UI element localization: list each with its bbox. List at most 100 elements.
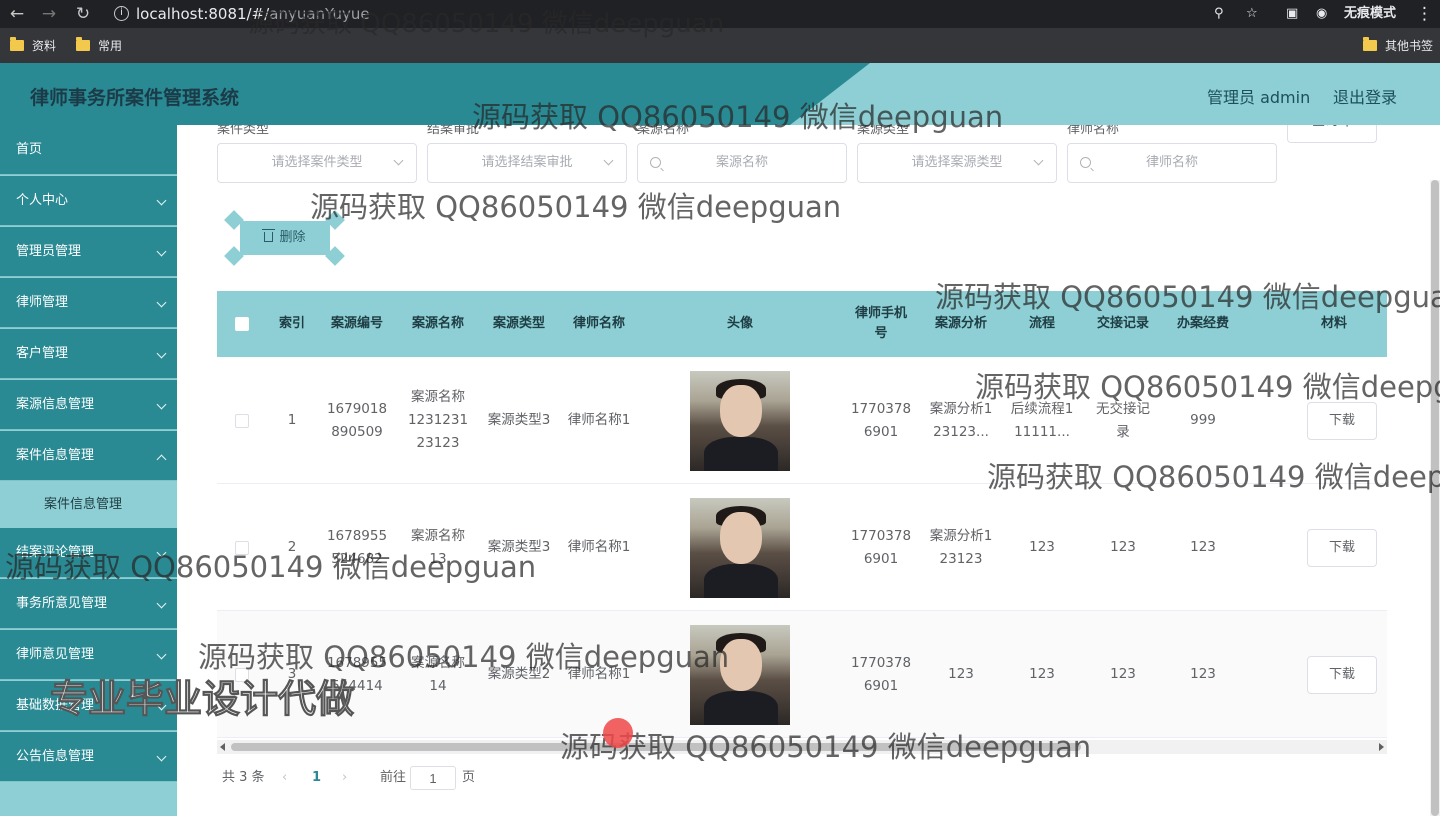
sidebar-item-admins[interactable]: 管理员管理 bbox=[0, 227, 177, 277]
cell-handover: 123 bbox=[1110, 666, 1136, 682]
column-header[interactable]: 交接记录 bbox=[1083, 291, 1163, 357]
main-content: 案件类型 请选择案件类型 结案审批 请选择结案审批 案源名称 案源名称 案源类型… bbox=[177, 125, 1440, 816]
delete-button-wrap: 删除 bbox=[224, 210, 345, 266]
download-button[interactable]: 下载 bbox=[1307, 401, 1377, 440]
sidebar-item-closing-comments[interactable]: 结案评论管理 bbox=[0, 528, 177, 578]
avatar bbox=[690, 370, 790, 471]
prev-page-icon[interactable]: ‹ bbox=[282, 766, 287, 790]
table-row[interactable]: 2 1678955524682 案源名称13 案源类型3 律师名称1 17703… bbox=[217, 484, 1387, 611]
other-bookmarks[interactable]: 其他书签 bbox=[1363, 37, 1433, 55]
cell-analysis: 123 bbox=[948, 666, 974, 682]
cell-name: 案源名称123123123123 bbox=[407, 389, 469, 451]
delete-button[interactable]: 删除 bbox=[240, 221, 330, 255]
download-button[interactable]: 下载 bbox=[1307, 655, 1377, 694]
goto-prefix: 前往 bbox=[380, 770, 407, 785]
search-icon bbox=[1080, 157, 1091, 168]
column-header[interactable]: 办案经费 bbox=[1163, 291, 1243, 357]
sidebar-item-lawyers[interactable]: 律师管理 bbox=[0, 278, 177, 328]
chevron-down-icon bbox=[1033, 155, 1044, 166]
bookmarks-bar: 资料 常用 其他书签 bbox=[0, 28, 1440, 63]
sidepanel-icon[interactable]: ▣ bbox=[1286, 0, 1298, 28]
table-row[interactable]: 3 1678955524414 案源名称14 案源类型2 律师名称1 17703… bbox=[217, 611, 1387, 738]
table-row[interactable]: 1 1679018890509 案源名称123123123123 案源类型3 律… bbox=[217, 357, 1387, 484]
cell-avatar bbox=[639, 484, 841, 611]
forward-icon[interactable]: → bbox=[38, 3, 60, 25]
cell-type: 案源类型2 bbox=[487, 666, 551, 682]
cell-material: 下载 bbox=[1243, 484, 1440, 611]
column-header[interactable]: 案源名称 bbox=[397, 291, 479, 357]
column-header[interactable]: 材料 bbox=[1243, 291, 1440, 357]
chevron-down-icon bbox=[156, 297, 167, 308]
url-path: anyuanYuyue bbox=[269, 5, 370, 23]
cell-code: 1678955524414 bbox=[326, 654, 388, 694]
column-header[interactable]: 索引 bbox=[267, 291, 317, 357]
sidebar-item-case-sources[interactable]: 案源信息管理 bbox=[0, 380, 177, 430]
info-icon[interactable]: i bbox=[114, 6, 129, 21]
scroll-right-icon[interactable] bbox=[1379, 743, 1384, 751]
cell-funds: 999 bbox=[1190, 412, 1216, 428]
row-select-cell bbox=[217, 484, 267, 611]
sidebar-item-firm-opinions[interactable]: 事务所意见管理 bbox=[0, 579, 177, 629]
sidebar-subitem-cases[interactable]: 案件信息管理 bbox=[0, 482, 177, 528]
source-name-input[interactable]: 案源名称 bbox=[637, 143, 847, 183]
total-count: 共 3 条 bbox=[222, 770, 265, 785]
column-header[interactable]: 律师名称 bbox=[559, 291, 639, 357]
cell-name: 案源名称14 bbox=[411, 654, 465, 694]
incognito-icon[interactable]: ◉ bbox=[1316, 0, 1327, 28]
case-type-select[interactable]: 请选择案件类型 bbox=[217, 143, 417, 183]
bookmark-folder[interactable]: 资料 bbox=[10, 37, 56, 55]
sidebar-item-lawyer-opinions[interactable]: 律师意见管理 bbox=[0, 630, 177, 680]
incognito-label[interactable]: 无痕模式 bbox=[1344, 0, 1396, 28]
page-number[interactable]: 1 bbox=[312, 766, 321, 790]
key-icon[interactable]: ⚲ bbox=[1214, 0, 1224, 28]
row-checkbox[interactable] bbox=[235, 667, 249, 682]
chevron-down-icon bbox=[156, 700, 167, 711]
column-header[interactable]: 流程 bbox=[1001, 291, 1083, 357]
horizontal-scrollbar[interactable] bbox=[217, 740, 1387, 754]
sidebar: 首页 个人中心 管理员管理 律师管理 客户管理 案源信息管理 案件信息管理 案件… bbox=[0, 125, 177, 816]
query-button[interactable]: 查询 ⚲ bbox=[1287, 125, 1377, 143]
select-all-checkbox[interactable] bbox=[235, 317, 249, 331]
row-checkbox[interactable] bbox=[235, 540, 249, 555]
sidebar-item-home[interactable]: 首页 bbox=[0, 125, 177, 175]
sidebar-item-basic-data[interactable]: 基础数据管理 bbox=[0, 681, 177, 731]
source-type-select[interactable]: 请选择案源类型 bbox=[857, 143, 1057, 183]
goto-page-input[interactable] bbox=[410, 766, 456, 790]
filter-label-case-type: 案件类型 bbox=[217, 125, 270, 137]
column-header[interactable]: 案源分析 bbox=[921, 291, 1001, 357]
cell-funds: 123 bbox=[1190, 666, 1216, 682]
column-header[interactable]: 律师手机号 bbox=[841, 291, 921, 357]
chevron-down-icon bbox=[156, 399, 167, 410]
chevron-up-icon bbox=[156, 454, 167, 465]
back-icon[interactable]: ← bbox=[6, 3, 28, 25]
goto-suffix: 页 bbox=[462, 770, 476, 785]
address-bar[interactable]: i localhost:8081/#/anyuanYuyue bbox=[106, 0, 1206, 28]
sidebar-item-notices[interactable]: 公告信息管理 bbox=[0, 732, 177, 782]
scrollbar-thumb[interactable] bbox=[231, 743, 1081, 751]
bookmark-folder[interactable]: 常用 bbox=[76, 37, 122, 55]
url-host: localhost:8081/#/ bbox=[136, 5, 270, 23]
sidebar-item-cases[interactable]: 案件信息管理 bbox=[0, 431, 177, 481]
logout-link[interactable]: 退出登录 bbox=[1333, 84, 1397, 108]
sidebar-item-clients[interactable]: 客户管理 bbox=[0, 329, 177, 379]
cell-avatar bbox=[639, 611, 841, 738]
menu-kebab-icon[interactable]: ⋮ bbox=[1416, 0, 1433, 28]
star-icon[interactable]: ☆ bbox=[1246, 0, 1258, 28]
column-header[interactable]: 案源编号 bbox=[317, 291, 397, 357]
app-title: 律师事务所案件管理系统 bbox=[30, 87, 240, 109]
row-select-cell bbox=[217, 357, 267, 484]
reload-icon[interactable]: ↻ bbox=[72, 3, 94, 25]
column-header[interactable]: 案源类型 bbox=[479, 291, 559, 357]
closing-approval-select[interactable]: 请选择结案审批 bbox=[427, 143, 627, 183]
download-button[interactable]: 下载 bbox=[1307, 528, 1377, 567]
lawyer-name-input[interactable]: 律师名称 bbox=[1067, 143, 1277, 183]
scroll-left-icon[interactable] bbox=[220, 743, 225, 751]
row-checkbox[interactable] bbox=[235, 413, 249, 428]
column-header[interactable]: 头像 bbox=[639, 291, 841, 357]
next-page-icon[interactable]: › bbox=[342, 766, 347, 790]
cell-material: 下载 bbox=[1243, 611, 1440, 738]
filter-label-lawyer-name: 律师名称 bbox=[1067, 125, 1120, 137]
chevron-down-icon bbox=[156, 649, 167, 660]
chevron-down-icon bbox=[156, 751, 167, 762]
sidebar-item-profile[interactable]: 个人中心 bbox=[0, 176, 177, 226]
